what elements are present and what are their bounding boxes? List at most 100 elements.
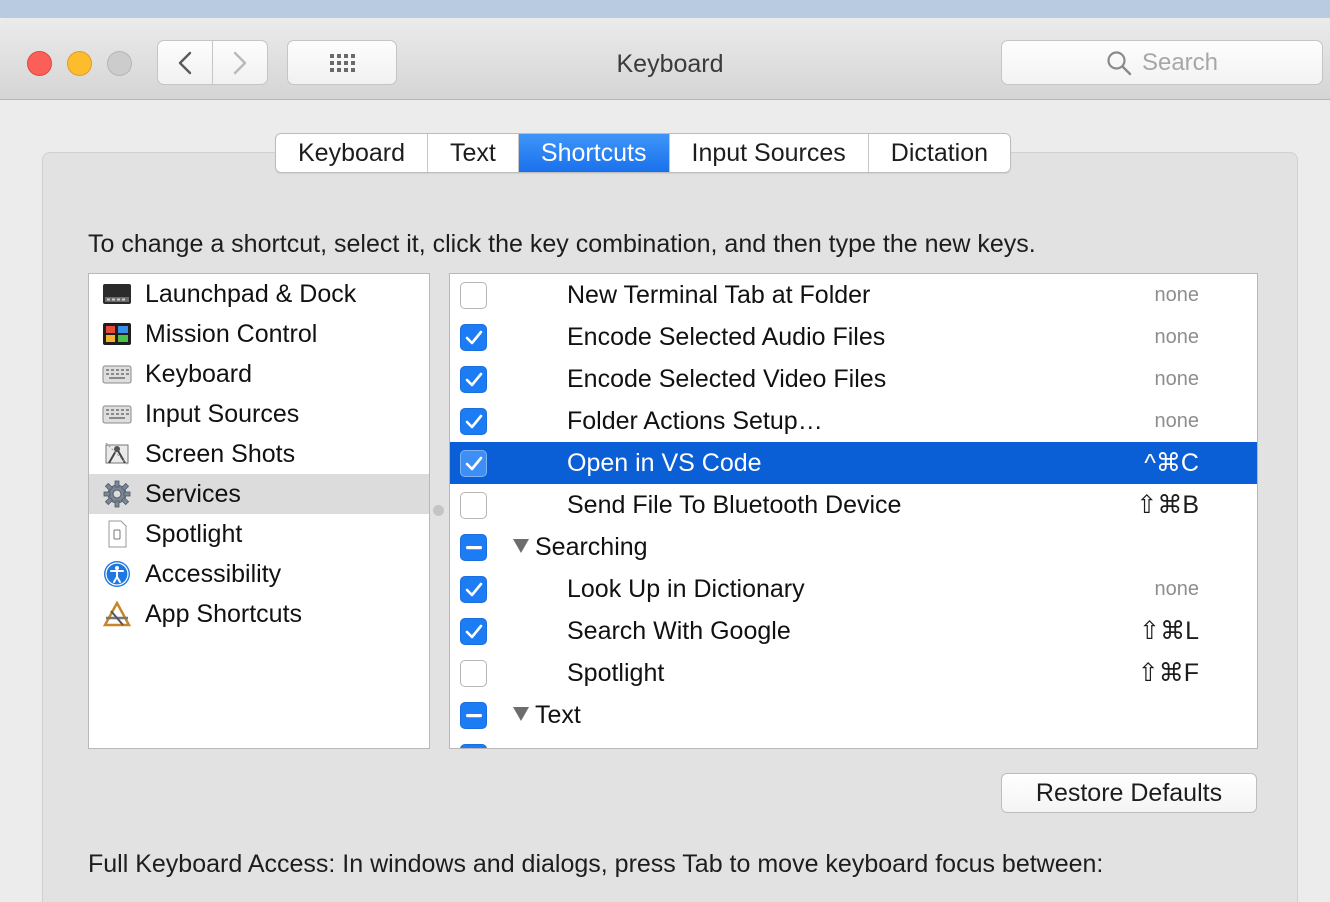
app-shortcuts-icon <box>102 601 132 627</box>
back-button[interactable] <box>157 40 213 85</box>
category-label: Screen Shots <box>145 439 296 468</box>
shortcut-value[interactable]: ⇧⌘F <box>1138 658 1199 688</box>
chevron-right-icon <box>233 51 247 74</box>
window-title: Keyboard <box>616 50 724 78</box>
list-item[interactable]: Search With Google ⇧⌘L <box>450 610 1257 652</box>
checkbox[interactable] <box>460 282 487 309</box>
mission-control-icon <box>102 321 132 347</box>
service-name: Send File To Bluetooth Device <box>567 490 902 519</box>
grid-icon <box>329 53 355 72</box>
service-name: Encode Selected Video Files <box>567 364 887 393</box>
instruction-text: To change a shortcut, select it, click t… <box>88 230 1036 258</box>
service-name: Encode Selected Audio Files <box>567 322 886 351</box>
shortcut-value[interactable]: none <box>1155 368 1200 391</box>
checkmark-icon <box>465 414 482 428</box>
category-label: Accessibility <box>145 559 282 588</box>
spotlight-icon <box>102 520 132 548</box>
list-item[interactable]: Send File To Bluetooth Device ⇧⌘B <box>450 484 1257 526</box>
shortcut-value[interactable]: none <box>1155 410 1200 433</box>
group-name: Text <box>535 700 581 729</box>
checkbox[interactable] <box>460 324 487 351</box>
checkmark-icon <box>465 330 482 344</box>
tab-keyboard[interactable]: Keyboard <box>276 134 429 172</box>
category-label: Launchpad & Dock <box>145 279 357 308</box>
minimize-button[interactable] <box>67 51 92 76</box>
input-sources-icon <box>102 401 132 427</box>
list-item-selected[interactable]: Open in VS Code ^⌘C <box>450 442 1257 484</box>
tab-text[interactable]: Text <box>428 134 519 172</box>
category-screen-shots[interactable]: Screen Shots <box>89 434 429 474</box>
category-label: App Shortcuts <box>145 599 303 628</box>
shortcut-value[interactable]: none <box>1155 326 1200 349</box>
forward-button[interactable] <box>212 40 268 85</box>
group-row[interactable]: Searching <box>450 526 1257 568</box>
tab-input-sources[interactable]: Input Sources <box>670 134 869 172</box>
service-name: Look Up in Dictionary <box>567 574 805 603</box>
tab-shortcuts[interactable]: Shortcuts <box>518 134 670 172</box>
list-item[interactable] <box>450 736 1257 748</box>
checkmark-icon <box>465 456 482 470</box>
tab-dictation[interactable]: Dictation <box>869 134 1010 172</box>
service-name: Spotlight <box>567 658 665 687</box>
category-label: Spotlight <box>145 519 243 548</box>
minus-icon <box>465 713 482 717</box>
category-input-sources[interactable]: Input Sources <box>89 394 429 434</box>
category-keyboard[interactable]: Keyboard <box>89 354 429 394</box>
category-list[interactable]: Launchpad & Dock Mission Control Keyboar… <box>88 273 430 749</box>
shortcut-value[interactable]: none <box>1155 284 1200 307</box>
group-name: Searching <box>535 532 648 561</box>
search-placeholder: Search <box>1141 48 1219 76</box>
checkbox[interactable] <box>460 492 487 519</box>
shortcut-value[interactable]: none <box>1155 578 1200 601</box>
checkmark-icon <box>465 624 482 638</box>
search-field[interactable]: Search <box>1001 40 1323 85</box>
list-item[interactable]: Spotlight ⇧⌘F <box>450 652 1257 694</box>
disclosure-triangle-icon[interactable] <box>513 539 529 553</box>
list-item[interactable]: Encode Selected Video Files none <box>450 358 1257 400</box>
restore-defaults-button[interactable]: Restore Defaults <box>1001 773 1257 813</box>
split-view-divider[interactable] <box>433 505 444 516</box>
category-services[interactable]: Services <box>89 474 429 514</box>
minus-icon <box>465 545 482 549</box>
service-name: Folder Actions Setup… <box>567 406 823 435</box>
category-app-shortcuts[interactable]: App Shortcuts <box>89 594 429 634</box>
category-spotlight[interactable]: Spotlight <box>89 514 429 554</box>
checkmark-icon <box>465 582 482 596</box>
close-button[interactable] <box>27 51 52 76</box>
title-bar: Keyboard Search <box>0 18 1330 100</box>
checkbox[interactable] <box>460 660 487 687</box>
checkbox-mixed[interactable] <box>460 702 487 729</box>
group-row[interactable]: Text <box>450 694 1257 736</box>
launchpad-icon <box>102 281 132 307</box>
category-accessibility[interactable]: Accessibility <box>89 554 429 594</box>
list-item[interactable]: Encode Selected Audio Files none <box>450 316 1257 358</box>
category-mission-control[interactable]: Mission Control <box>89 314 429 354</box>
shortcut-value[interactable]: ^⌘C <box>1144 448 1199 478</box>
checkbox[interactable] <box>460 450 487 477</box>
chevron-left-icon <box>178 51 192 74</box>
checkbox[interactable] <box>460 576 487 603</box>
checkbox[interactable] <box>460 366 487 393</box>
category-label: Services <box>145 479 241 508</box>
category-label: Keyboard <box>145 359 253 388</box>
service-name: Search With Google <box>567 616 791 645</box>
checkbox[interactable] <box>460 744 487 748</box>
list-item[interactable]: Folder Actions Setup… none <box>450 400 1257 442</box>
checkbox-mixed[interactable] <box>460 534 487 561</box>
checkbox[interactable] <box>460 408 487 435</box>
tab-bar: Keyboard Text Shortcuts Input Sources Di… <box>275 133 1012 173</box>
services-list[interactable]: New Terminal Tab at Folder none Encode S… <box>449 273 1258 749</box>
checkbox[interactable] <box>460 618 487 645</box>
category-launchpad-dock[interactable]: Launchpad & Dock <box>89 274 429 314</box>
list-item[interactable]: New Terminal Tab at Folder none <box>450 274 1257 316</box>
category-label: Input Sources <box>145 399 300 428</box>
accessibility-icon <box>102 561 132 587</box>
list-item[interactable]: Look Up in Dictionary none <box>450 568 1257 610</box>
zoom-button[interactable] <box>107 51 132 76</box>
disclosure-triangle-icon[interactable] <box>513 707 529 721</box>
shortcut-value[interactable]: ⇧⌘B <box>1136 490 1199 520</box>
service-name: Open in VS Code <box>567 448 762 477</box>
gear-icon <box>102 480 132 508</box>
show-all-button[interactable] <box>287 40 397 85</box>
shortcut-value[interactable]: ⇧⌘L <box>1139 616 1199 646</box>
